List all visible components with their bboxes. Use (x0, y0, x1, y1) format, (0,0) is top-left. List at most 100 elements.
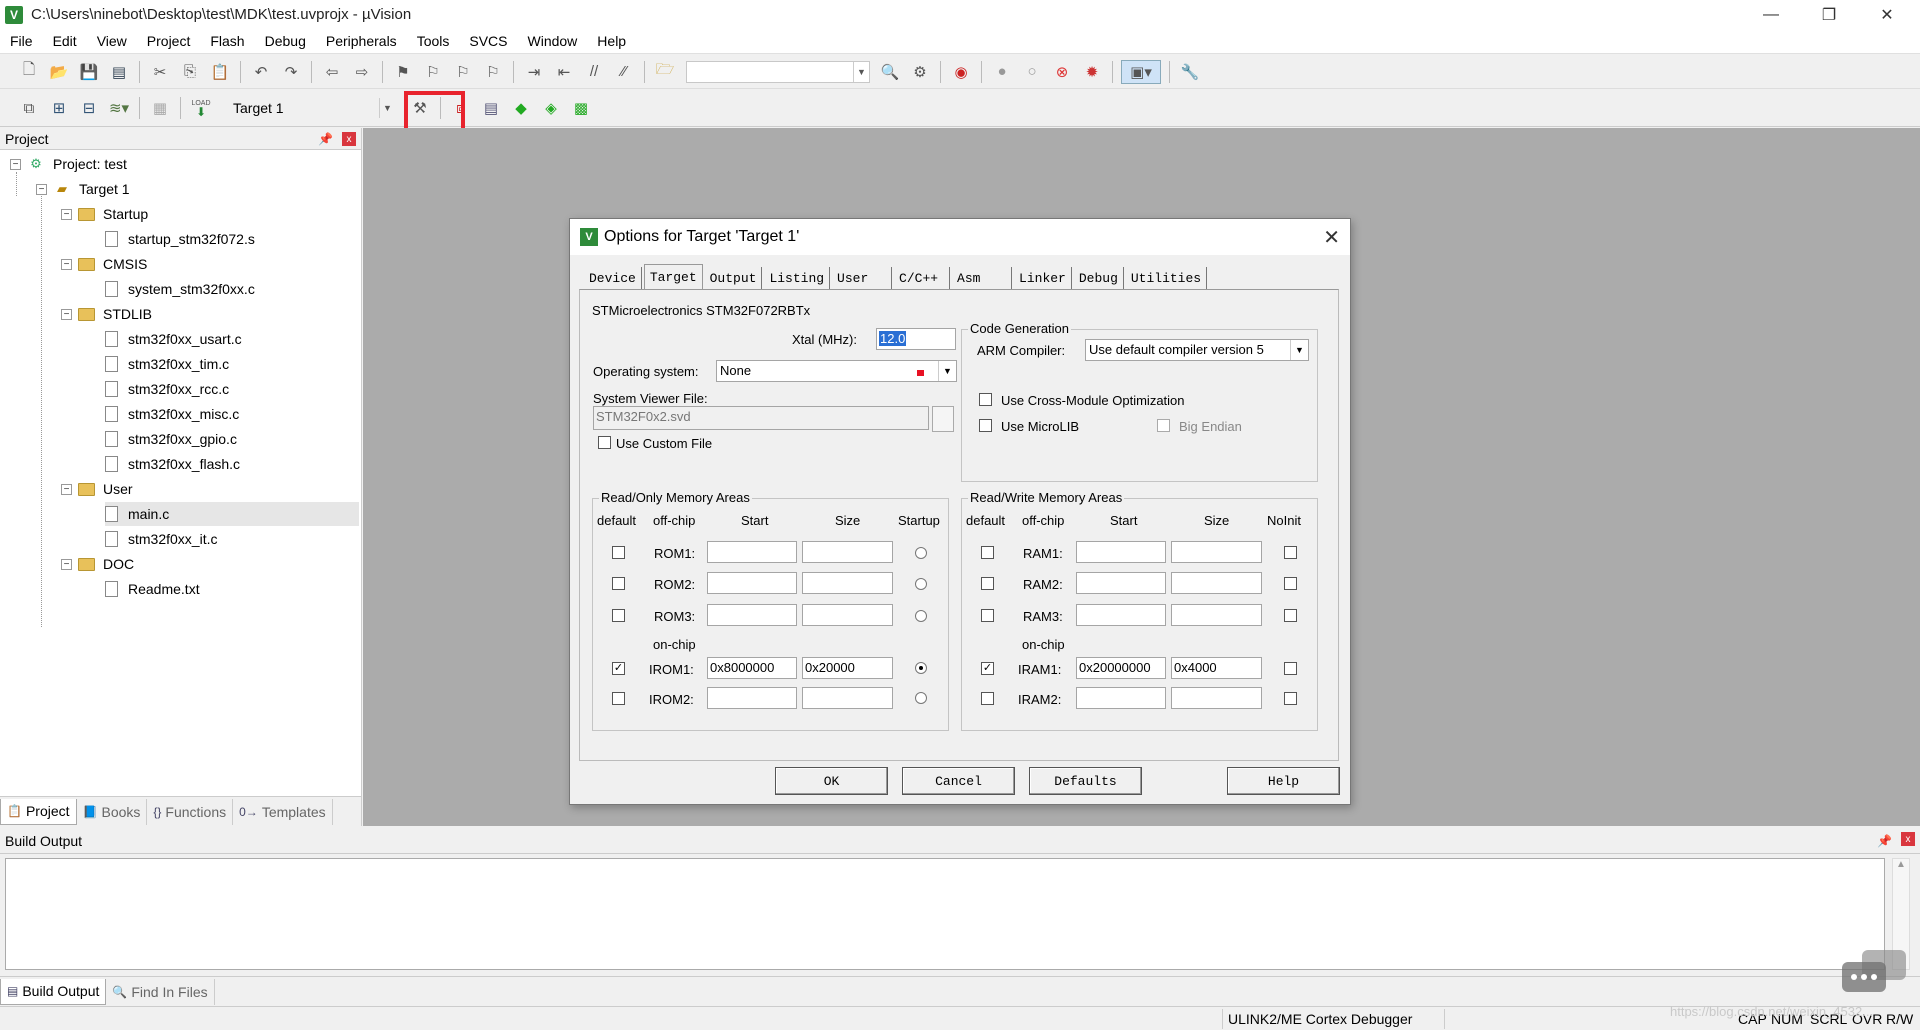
irom1-startup-radio[interactable] (915, 662, 927, 674)
kill-breakpoints-icon[interactable]: ✹ (1080, 60, 1104, 84)
tab-templates[interactable]: 0→ Templates (233, 798, 333, 825)
iram2-noinit-checkbox[interactable] (1284, 692, 1297, 705)
iram1-noinit-checkbox[interactable] (1284, 662, 1297, 675)
ram2-size-input[interactable] (1171, 572, 1262, 594)
tab-books[interactable]: 📘 Books (77, 798, 148, 825)
irom1-size-input[interactable]: 0x20000 (802, 657, 893, 679)
svf-browse-button[interactable] (932, 406, 954, 432)
rom3-startup-radio[interactable] (915, 610, 927, 622)
menu-file[interactable]: File (0, 29, 43, 54)
software-packs-icon[interactable]: ▩ (569, 96, 593, 120)
collapse-icon[interactable]: − (36, 183, 47, 195)
ok-button[interactable]: OK (775, 767, 888, 795)
iram1-size-input[interactable]: 0x4000 (1171, 657, 1262, 679)
xtal-input[interactable]: 12.0 (876, 328, 956, 350)
tab-linker[interactable]: Linker (1014, 267, 1072, 289)
rom1-size-input[interactable] (802, 541, 893, 563)
rom2-default-checkbox[interactable] (612, 577, 625, 590)
tab-find-in-files[interactable]: 🔍 Find In Files (106, 978, 215, 1005)
big-endian-checkbox[interactable] (1157, 419, 1170, 432)
collapse-icon[interactable]: − (10, 158, 21, 170)
tab-functions[interactable]: {} Functions (147, 798, 234, 825)
tree-file[interactable]: startup_stm32f072.s (105, 227, 255, 251)
iram2-size-input[interactable] (1171, 687, 1262, 709)
find-icon[interactable]: 🔍 (878, 60, 902, 84)
tree-group-stdlib[interactable]: − STDLIB (61, 302, 152, 326)
tree-file[interactable]: stm32f0xx_it.c (105, 527, 217, 551)
build-output-text[interactable] (5, 858, 1885, 970)
unindent-icon[interactable]: ⇤ (552, 60, 576, 84)
menu-flash[interactable]: Flash (200, 29, 254, 54)
select-packs-icon[interactable]: ▤ (479, 96, 503, 120)
tree-project-root[interactable]: − ⚙ Project: test (10, 152, 127, 176)
copy-icon[interactable]: ⎘ (178, 60, 202, 84)
close-icon[interactable]: x (1901, 832, 1915, 846)
disable-breakpoints-icon[interactable]: ⊗ (1050, 60, 1074, 84)
rom3-start-input[interactable] (707, 604, 797, 626)
tree-group-startup[interactable]: − Startup (61, 202, 148, 226)
tab-target[interactable]: Target (643, 264, 703, 289)
irom2-default-checkbox[interactable] (612, 692, 625, 705)
iram2-start-input[interactable] (1076, 687, 1166, 709)
os-select[interactable]: None ▼ (716, 360, 957, 382)
collapse-icon[interactable]: − (61, 308, 72, 320)
ram2-noinit-checkbox[interactable] (1284, 577, 1297, 590)
open-file-icon[interactable]: 📂 (47, 60, 71, 84)
svf-input[interactable]: STM32F0x2.svd (593, 406, 929, 430)
menu-peripherals[interactable]: Peripherals (316, 29, 407, 54)
ram3-noinit-checkbox[interactable] (1284, 609, 1297, 622)
irom2-size-input[interactable] (802, 687, 893, 709)
stop-build-icon[interactable]: ▦ (148, 96, 172, 120)
bookmark-toggle-icon[interactable]: ⚑ (391, 60, 415, 84)
help-button[interactable]: Help (1227, 767, 1340, 795)
ram3-size-input[interactable] (1171, 604, 1262, 626)
ram1-size-input[interactable] (1171, 541, 1262, 563)
redo-icon[interactable]: ↷ (279, 60, 303, 84)
close-icon[interactable]: x (342, 132, 356, 146)
rom2-size-input[interactable] (802, 572, 893, 594)
tab-device[interactable]: Device (584, 267, 642, 289)
minimize-button[interactable]: — (1742, 0, 1800, 29)
tree-file-selected[interactable]: main.c (105, 502, 359, 526)
irom1-start-input[interactable]: 0x8000000 (707, 657, 797, 679)
tab-listing[interactable]: Listing (764, 267, 831, 289)
debug-session-icon[interactable]: ◉ (949, 60, 973, 84)
tree-group-cmsis[interactable]: − CMSIS (61, 252, 147, 276)
menu-tools[interactable]: Tools (407, 29, 460, 54)
uncomment-icon[interactable]: ⁄⁄ (612, 60, 636, 84)
tree-file[interactable]: stm32f0xx_tim.c (105, 352, 229, 376)
bookmark-clear-icon[interactable]: ⚐ (481, 60, 505, 84)
tree-group-doc[interactable]: − DOC (61, 552, 134, 576)
arm-compiler-select[interactable]: Use default compiler version 5 ▼ (1085, 339, 1309, 361)
rom1-startup-radio[interactable] (915, 547, 927, 559)
menu-view[interactable]: View (87, 29, 137, 54)
iram1-default-checkbox[interactable]: ✓ (981, 662, 994, 675)
tree-file[interactable]: stm32f0xx_rcc.c (105, 377, 229, 401)
rom2-startup-radio[interactable] (915, 578, 927, 590)
rom3-size-input[interactable] (802, 604, 893, 626)
microlib-checkbox[interactable] (979, 419, 992, 432)
window-layout-icon[interactable]: ▣▾ (1121, 59, 1161, 84)
cross-module-checkbox[interactable] (979, 393, 992, 406)
tab-debug[interactable]: Debug (1074, 267, 1124, 289)
irom2-startup-radio[interactable] (915, 692, 927, 704)
restore-button[interactable]: ❐ (1800, 0, 1858, 29)
close-window-button[interactable]: ✕ (1858, 0, 1916, 29)
collapse-icon[interactable]: − (61, 258, 72, 270)
tab-project[interactable]: 📋 Project (0, 798, 77, 825)
save-icon[interactable]: 💾 (77, 60, 101, 84)
tab-cpp[interactable]: C/C++ (894, 267, 951, 289)
ram1-noinit-checkbox[interactable] (1284, 546, 1297, 559)
navigate-forward-icon[interactable]: ⇨ (350, 60, 374, 84)
insert-breakpoint-icon[interactable]: ● (990, 60, 1014, 84)
tab-asm[interactable]: Asm (952, 267, 1013, 289)
dialog-close-button[interactable]: ✕ (1323, 225, 1340, 250)
irom2-start-input[interactable] (707, 687, 797, 709)
defaults-button[interactable]: Defaults (1029, 767, 1142, 795)
rom1-start-input[interactable] (707, 541, 797, 563)
tab-output[interactable]: Output (705, 267, 763, 289)
build-icon[interactable]: ⊞ (47, 96, 71, 120)
configure-icon[interactable]: 🔧 (1178, 60, 1202, 84)
menu-svcs[interactable]: SVCS (459, 29, 517, 54)
collapse-icon[interactable]: − (61, 483, 72, 495)
